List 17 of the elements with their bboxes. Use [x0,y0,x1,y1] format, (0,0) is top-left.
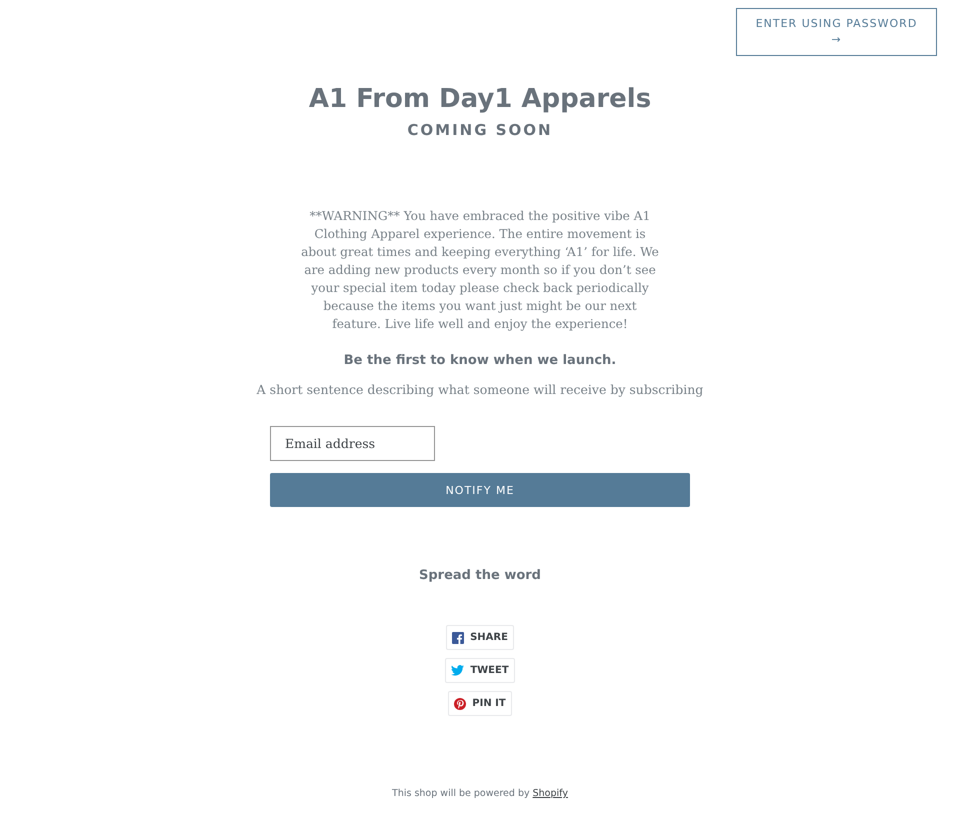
signup-heading: Be the first to know when we launch. [344,352,616,370]
share-button[interactable]: PIN IT [448,691,512,716]
notify-me-button[interactable]: NOTIFY ME [270,473,690,507]
shopify-link[interactable]: Shopify [532,788,568,799]
twitter-icon [451,665,464,676]
email-field[interactable]: Email address [270,426,435,461]
share-button[interactable]: TWEET [445,658,515,683]
spread-the-word-heading: Spread the word [419,567,541,585]
enter-password-button[interactable]: ENTER USING PASSWORD → [736,8,937,56]
signup-description: A short sentence describing what someone will receive by subscribing [256,381,704,399]
store-title: A1 From Day1 Apparels [308,83,652,116]
footer-text: This shop will be powered by Shopify [392,788,568,799]
facebook-icon [452,632,464,644]
coming-soon-heading: COMING SOON [407,120,553,140]
share-button[interactable]: SHARE [446,625,514,650]
pinterest-icon [454,698,466,710]
warning-message: **WARNING** You have embraced the positive vibe A1 Clothing Apparel experience. The entire movement is about great times and keeping everything ‘A1’ for life. We are adding new products every month so if you don’t see your special item today please check back periodically because the items you want just might be our next feature. Live life well and enjoy the experience! [300,208,660,333]
